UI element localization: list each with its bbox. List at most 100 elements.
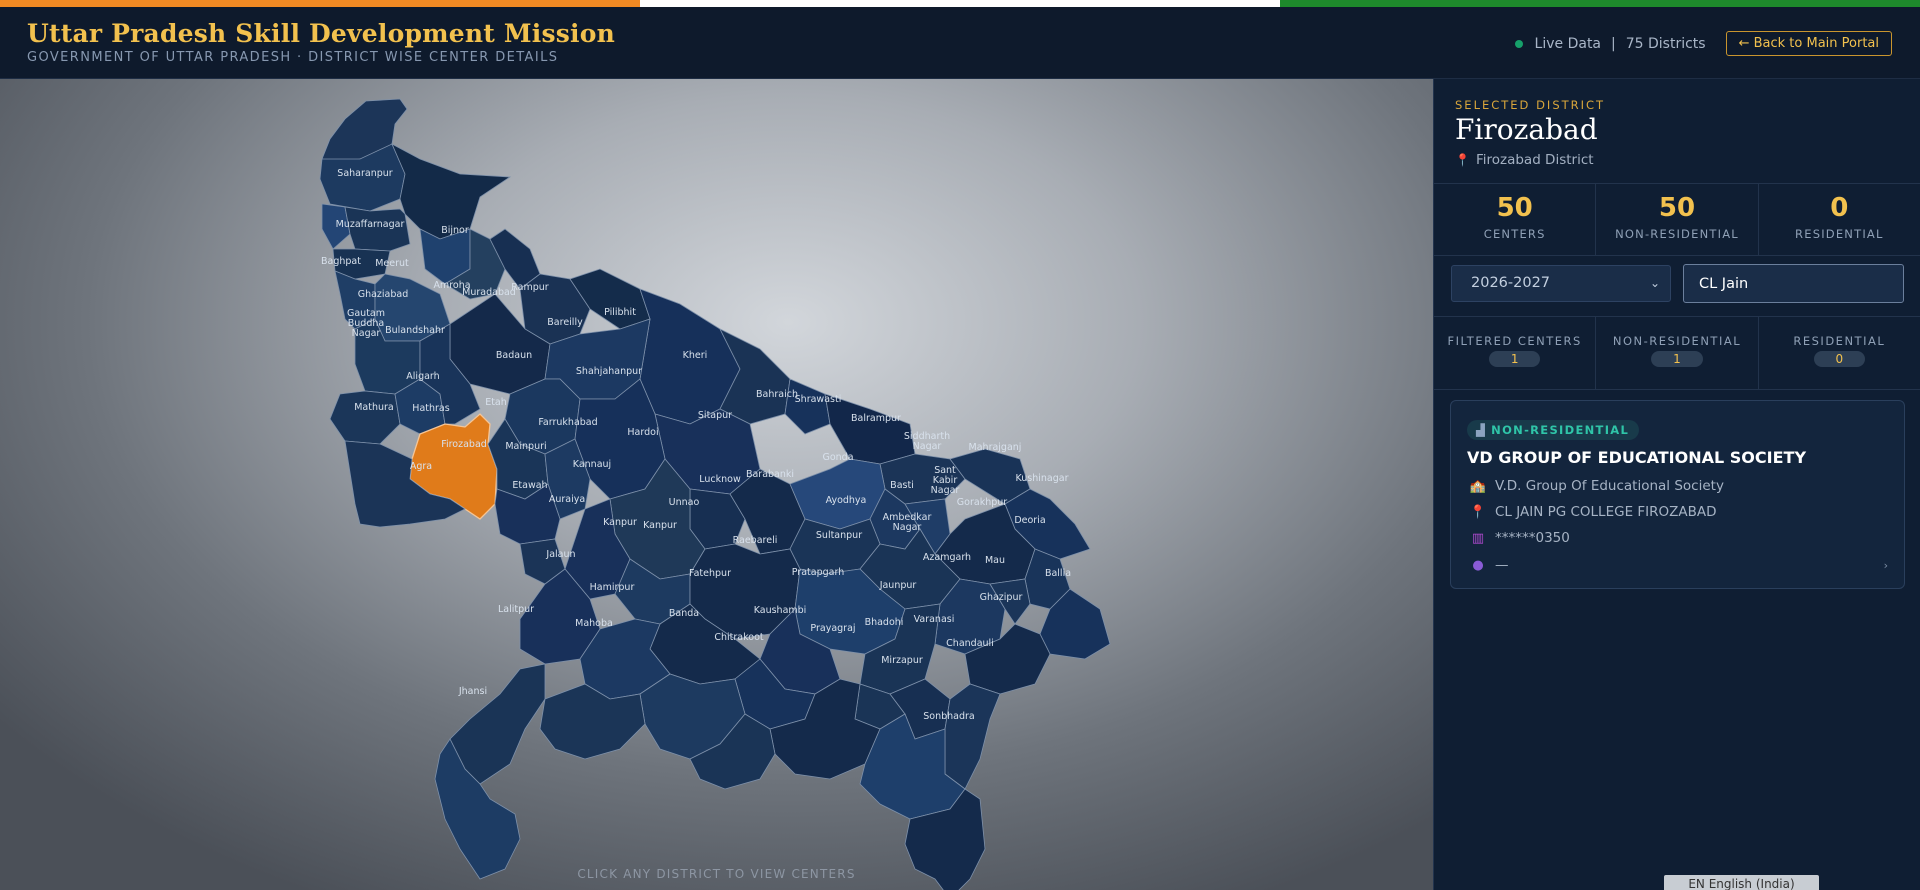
- district-label: Jaunpur: [879, 580, 917, 591]
- filtered-non-residential: NON-RESIDENTIAL 1: [1596, 317, 1759, 389]
- chevron-right-icon: ›: [1883, 559, 1888, 572]
- district-label: Shrawasti: [795, 394, 842, 405]
- district-mathura[interactable]: [329, 390, 401, 445]
- phone-icon: ▥: [1471, 531, 1485, 546]
- district-label: Kanpur: [603, 517, 637, 528]
- header-separator: |: [1611, 35, 1616, 52]
- district-label: Muzaffarnagar: [336, 219, 405, 230]
- district-sub-text: Firozabad District: [1475, 152, 1594, 168]
- stat-centers-label: CENTERS: [1483, 227, 1546, 241]
- district-label: Hardoi: [627, 427, 658, 438]
- tricolor-stripe: [0, 0, 1920, 7]
- filtered-centers: FILTERED CENTERS 1: [1434, 317, 1597, 389]
- back-to-portal-button[interactable]: ← Back to Main Portal: [1725, 31, 1892, 56]
- year-select[interactable]: 2026-2027 ⌄: [1451, 265, 1671, 302]
- district-label: Bareilly: [547, 317, 583, 328]
- district-label: Agra: [410, 461, 432, 472]
- district-label: Lalitpur: [498, 604, 534, 615]
- pin-icon: 📍: [1455, 153, 1470, 167]
- center-contact: —: [1495, 557, 1509, 573]
- district-label: Kannauj: [573, 459, 611, 470]
- district-label: Basti: [890, 480, 914, 491]
- center-card[interactable]: ▟ NON-RESIDENTIAL VD GROUP OF EDUCATIONAL…: [1450, 400, 1905, 589]
- filters: 2026-2027 ⌄: [1451, 264, 1904, 303]
- district-stats: 50 CENTERS 50 NON-RESIDENTIAL 0 RESIDENT…: [1434, 183, 1920, 256]
- header-status: Live Data | 75 Districts ← Back to Main …: [1514, 31, 1892, 56]
- stat-nonres-value: 50: [1658, 193, 1696, 223]
- center-society-row: 🏫 V.D. Group Of Educational Society: [1467, 478, 1724, 494]
- district-label: Etawah: [512, 480, 547, 491]
- center-location: CL JAIN PG COLLEGE FIROZABAD: [1495, 504, 1717, 520]
- district-label: Saharanpur: [337, 168, 392, 179]
- district-label: Jhansi: [458, 686, 487, 697]
- district-label: Azamgarh: [923, 552, 971, 563]
- district-label: Fatehpur: [689, 568, 731, 579]
- filtered-res-label: RESIDENTIAL: [1793, 334, 1886, 348]
- selected-district-label: SELECTED DISTRICT: [1455, 98, 1606, 112]
- district-label: Sultanpur: [816, 530, 862, 541]
- district-label: Barabanki: [746, 469, 794, 480]
- district-label: Pilibhit: [604, 307, 636, 318]
- school-icon: 🏫: [1469, 479, 1487, 494]
- center-type-badge: ▟ NON-RESIDENTIAL: [1467, 420, 1640, 440]
- district-label: Mathura: [354, 402, 394, 413]
- district-label: Mahrajganj: [969, 442, 1022, 453]
- district-label: Ghaziabad: [358, 289, 409, 300]
- pin-icon: 📍: [1469, 505, 1487, 520]
- page-title: Uttar Pradesh Skill Development Mission: [27, 19, 615, 48]
- district-label: Bhadohi: [865, 617, 904, 628]
- center-location-row: 📍 CL JAIN PG COLLEGE FIROZABAD: [1467, 504, 1717, 520]
- district-label: Chitrakoot: [714, 632, 764, 643]
- filtered-stats: FILTERED CENTERS 1 NON-RESIDENTIAL 1 RES…: [1434, 316, 1920, 390]
- filtered-nonres-label: NON-RESIDENTIAL: [1612, 334, 1742, 348]
- district-label: Sonbhadra: [923, 711, 975, 722]
- center-search-input[interactable]: [1683, 264, 1904, 303]
- district-lalitpur[interactable]: [449, 663, 546, 785]
- district-label: Deoria: [1014, 515, 1045, 526]
- district-label: Mau: [985, 555, 1005, 566]
- district-label: Mahoba: [575, 618, 613, 629]
- district-label: Bulandshahr: [385, 325, 445, 336]
- district-label: Etah: [485, 397, 507, 408]
- center-contact-row: ● —: [1467, 557, 1509, 573]
- district-label: Meerut: [375, 258, 409, 269]
- district-label: Hathras: [412, 403, 449, 414]
- district-label: Kanpur: [643, 520, 677, 531]
- district-chandauli[interactable]: [944, 683, 1001, 790]
- district-label: Raebareli: [733, 535, 778, 546]
- district-label: Ghazipur: [980, 592, 1023, 603]
- district-label: Auraiya: [549, 494, 585, 505]
- district-label: Sitapur: [698, 410, 732, 421]
- stat-residential: 0 RESIDENTIAL: [1759, 184, 1920, 255]
- district-label: Mirzapur: [881, 655, 923, 666]
- filtered-centers-value: 1: [1488, 351, 1541, 367]
- district-label: Banda: [669, 608, 699, 619]
- district-label: Varanasi: [914, 614, 955, 625]
- stat-res-label: RESIDENTIAL: [1795, 227, 1884, 241]
- district-label: Hamirpur: [590, 582, 635, 593]
- stat-nonres-label: NON-RESIDENTIAL: [1615, 227, 1739, 241]
- district-label: Gautam Buddha Nagar: [347, 308, 385, 339]
- selected-district-name: Firozabad: [1455, 113, 1598, 146]
- districts-count: 75 Districts: [1625, 35, 1706, 52]
- year-select-value: 2026-2027: [1471, 275, 1551, 291]
- district-label: Kushinagar: [1016, 473, 1069, 484]
- stat-res-value: 0: [1830, 193, 1849, 223]
- page-subtitle: GOVERNMENT OF UTTAR PRADESH · DISTRICT W…: [27, 50, 559, 65]
- header: Uttar Pradesh Skill Development Mission …: [0, 7, 1920, 79]
- district-label: Gorakhpur: [957, 497, 1007, 508]
- district-label: Kheri: [683, 350, 708, 361]
- district-label: Kaushambi: [754, 605, 807, 616]
- district-label: Badaun: [496, 350, 532, 361]
- district-label: Baghpat: [321, 256, 361, 267]
- chevron-down-icon: ⌄: [1649, 276, 1660, 290]
- building-icon: ▟: [1476, 423, 1487, 437]
- district-shrawasti[interactable]: [784, 378, 831, 435]
- district-label: Lucknow: [699, 474, 741, 485]
- language-selector[interactable]: EN English (India): [1664, 875, 1819, 890]
- district-label: Ayodhya: [826, 495, 867, 506]
- person-icon: ●: [1472, 558, 1484, 573]
- district-label: Bahraich: [756, 389, 798, 400]
- district-panel: SELECTED DISTRICT Firozabad 📍 Firozabad D…: [1433, 79, 1920, 890]
- stat-centers-value: 50: [1496, 193, 1533, 223]
